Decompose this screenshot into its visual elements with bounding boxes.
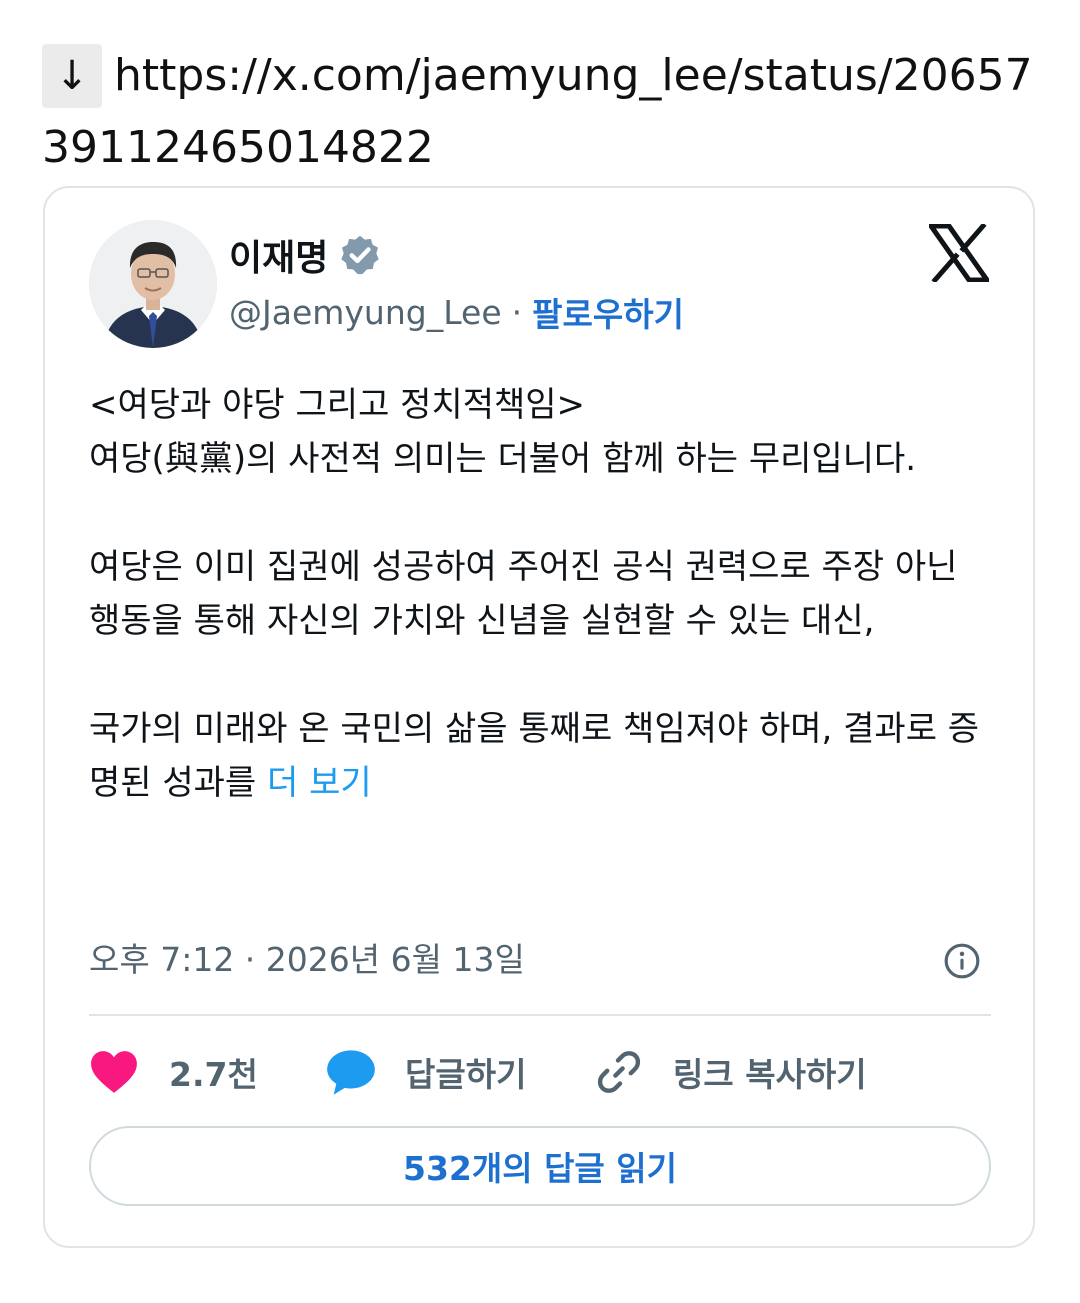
info-icon[interactable] <box>943 942 981 980</box>
speech-bubble-icon <box>327 1050 375 1095</box>
tweet-body: <여당과 야당 그리고 정치적책임> 여당(與黨)의 사전적 의미는 더불어 함… <box>89 378 999 810</box>
read-replies-button[interactable]: 532개의 답글 읽기 <box>89 1126 991 1206</box>
divider <box>89 1014 991 1016</box>
timestamp[interactable]: 오후 7:12 · 2026년 6월 13일 <box>89 936 525 984</box>
x-logo-icon[interactable] <box>929 224 989 282</box>
reply-button[interactable]: 답글하기 <box>325 1048 595 1096</box>
separator-dot: · <box>511 292 523 332</box>
action-bar: 2.7천 답글하기 링크 복사하기 <box>89 1042 867 1102</box>
verified-badge-icon <box>341 235 380 275</box>
tweet-text-line: 여당(與黨)의 사전적 의미는 더불어 함께 하는 무리입니다. <box>89 439 917 479</box>
tweet-card[interactable]: 이재명 @Jaemyung_Lee · 팔로우하기 <여당과 야당 그리고 정치… <box>43 186 1035 1248</box>
tweet-text-line: <여당과 야당 그리고 정치적책임> <box>89 385 586 425</box>
reply-label: 답글하기 <box>405 1055 527 1094</box>
display-name[interactable]: 이재명 <box>229 229 328 281</box>
tweet-text-line: 여당은 이미 집권에 성공하여 주어진 공식 권력으로 주장 아닌 행동을 통해… <box>89 547 958 641</box>
follow-button[interactable]: 팔로우하기 <box>532 288 684 336</box>
author-handle-row: @Jaemyung_Lee · 팔로우하기 <box>229 288 684 336</box>
author-name-row: 이재명 <box>229 230 382 280</box>
link-icon <box>597 1051 641 1093</box>
author-handle[interactable]: @Jaemyung_Lee <box>229 293 502 332</box>
like-count: 2.7천 <box>169 1055 258 1094</box>
shared-link[interactable]: ↓ https://x.com/jaemyung_lee/status/20657… <box>42 40 1042 184</box>
tweet-text-line: 국가의 미래와 온 국민의 삶을 통째로 책임져야 하며, 결과로 증명된 성과… <box>89 709 980 803</box>
copy-link-label: 링크 복사하기 <box>673 1055 867 1094</box>
download-arrow-icon: ↓ <box>42 44 102 108</box>
show-more-link[interactable]: 더 보기 <box>267 763 372 803</box>
like-button[interactable]: 2.7천 <box>89 1048 325 1096</box>
heart-icon <box>91 1051 137 1093</box>
tweet-text-last-paragraph: 국가의 미래와 온 국민의 삶을 통째로 책임져야 하며, 결과로 증명된 성과… <box>89 702 999 810</box>
avatar[interactable] <box>89 220 217 348</box>
copy-link-button[interactable]: 링크 복사하기 <box>595 1048 867 1096</box>
shared-url[interactable]: https://x.com/jaemyung_lee/status/206573… <box>42 50 1033 173</box>
